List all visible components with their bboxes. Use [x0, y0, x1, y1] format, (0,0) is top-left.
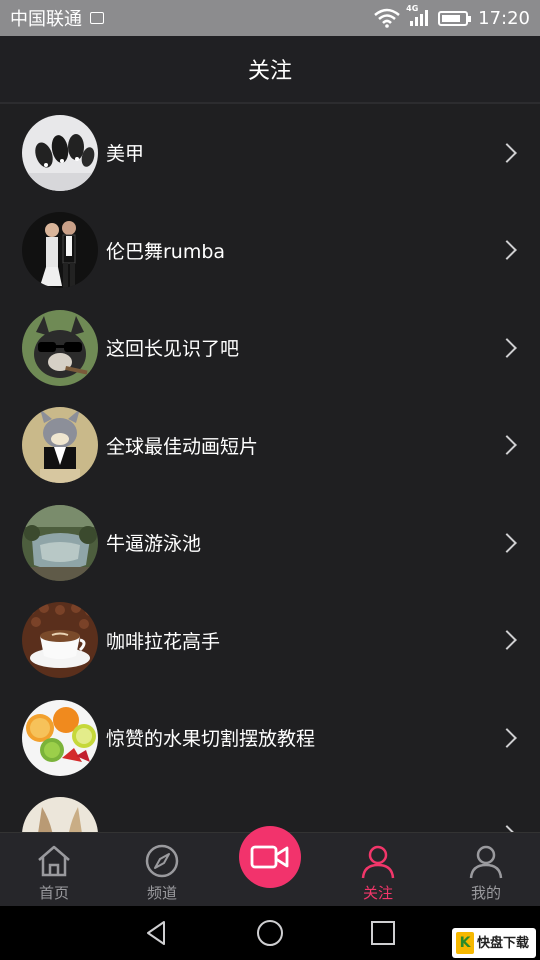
carrier-area: 中国联通: [10, 5, 374, 31]
carrier-name: 中国联通: [10, 9, 82, 30]
partial-avatar: [22, 797, 98, 832]
watermark-text: 快盘下载: [477, 935, 530, 951]
wifi-icon: [374, 8, 400, 28]
site-watermark: K 快盘下载: [452, 928, 536, 958]
pool-avatar: [22, 504, 98, 581]
video-camera-icon: [250, 845, 289, 869]
image-notification-icon: [90, 12, 104, 24]
coffee-avatar: [22, 602, 98, 679]
page-header: 关注: [0, 36, 540, 104]
list-item-label: 咖啡拉花高手: [106, 630, 221, 653]
tab-home[interactable]: 首页: [0, 833, 108, 907]
watermark-logo-icon: K: [456, 932, 474, 954]
compass-icon: [145, 844, 179, 878]
list-item[interactable]: 伦巴舞rumba: [0, 202, 540, 300]
list-item[interactable]: 惊赞的水果切割摆放教程: [0, 689, 540, 787]
dancers-avatar: [22, 212, 98, 289]
list-item-label: 美甲: [106, 143, 145, 166]
dog-sunglasses-avatar: [22, 309, 98, 386]
home-circle-icon[interactable]: [255, 918, 285, 948]
tab-profile[interactable]: 我的: [432, 833, 540, 907]
cell-signal-icon: 4G: [406, 4, 429, 26]
status-bar: 中国联通 4G 17:20: [0, 0, 540, 36]
profile-icon: [469, 845, 503, 879]
tab-label: 频道: [146, 884, 177, 902]
list-item-label: 伦巴舞rumba: [106, 240, 226, 263]
tab-channels[interactable]: 频道: [108, 833, 216, 907]
page-title: 关注: [247, 59, 292, 84]
status-icons: 4G 17:20: [374, 4, 530, 29]
list-item[interactable]: 牛逼游泳池: [0, 494, 540, 592]
list-item[interactable]: 咖啡拉花高手: [0, 592, 540, 690]
record-button[interactable]: [239, 826, 301, 888]
clock: 17:20: [478, 7, 530, 29]
list-item-label: 这回长见识了吧: [106, 338, 240, 361]
recents-icon[interactable]: [368, 918, 398, 948]
list-item-label: 全球最佳动画短片: [106, 435, 259, 458]
list-item-label: 牛逼游泳池: [106, 533, 202, 556]
list-item[interactable]: 全球最佳动画短片: [0, 397, 540, 495]
tab-following[interactable]: 关注: [324, 833, 432, 907]
list-item[interactable]: 美甲: [0, 104, 540, 202]
home-icon: [38, 845, 70, 877]
following-list: 美甲 伦巴舞rumba 这回长见识了吧 全球最佳动画短片 牛逼游泳池 咖啡拉花高…: [0, 104, 540, 832]
tab-label: 首页: [38, 884, 69, 902]
fruit-avatar: [22, 699, 98, 776]
nail-art-avatar: [22, 114, 98, 191]
tab-label: 我的: [470, 884, 501, 902]
cartoon-cat-avatar: [22, 407, 98, 484]
user-icon: [361, 845, 395, 879]
list-item[interactable]: 这回长见识了吧: [0, 299, 540, 397]
list-item-label: 惊赞的水果切割摆放教程: [106, 728, 316, 751]
back-icon[interactable]: [142, 918, 172, 948]
tab-label: 关注: [362, 884, 393, 902]
chevron-right-icon: [497, 825, 517, 832]
battery-icon: [438, 10, 472, 26]
network-type: 4G: [406, 4, 419, 13]
